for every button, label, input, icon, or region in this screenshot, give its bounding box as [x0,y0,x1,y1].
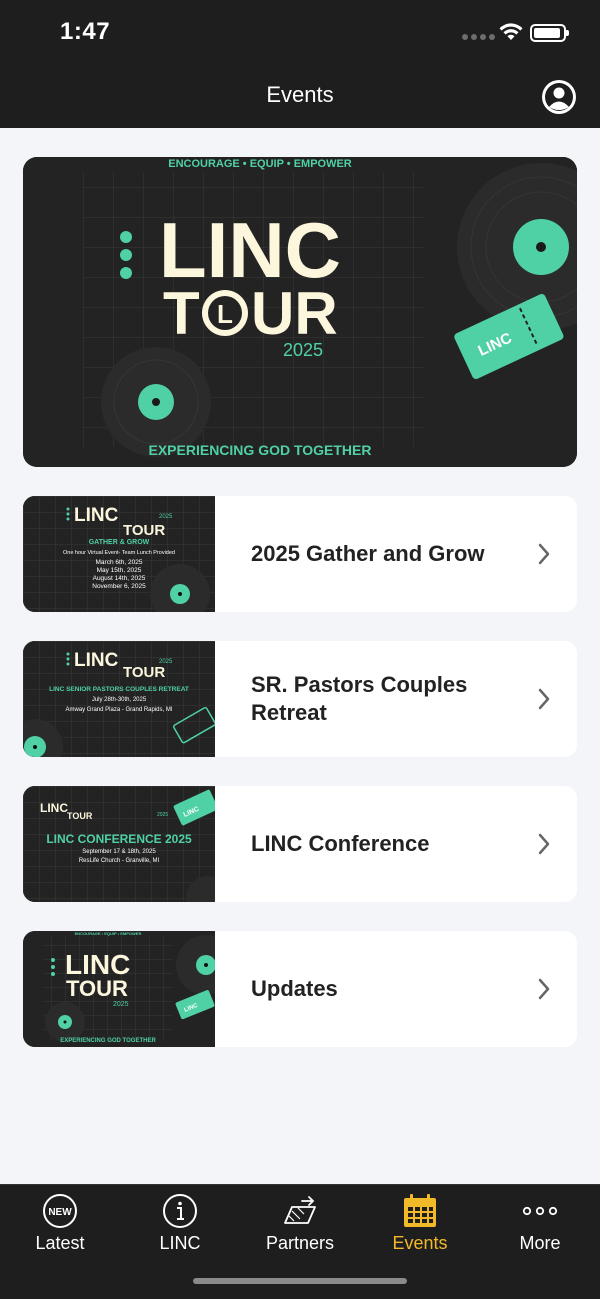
page-title: Events [266,82,334,107]
handshake-icon [284,1196,316,1224]
svg-text:NEW: NEW [48,1207,72,1218]
chevron-right-icon [538,833,550,855]
calendar-icon [404,1194,436,1227]
hero-year: 2025 [283,340,323,360]
chevron-right-icon [538,688,550,710]
svg-text:March 6th, 2025: March 6th, 2025 [96,559,143,566]
tab-label: Latest [35,1233,85,1253]
hero-banner[interactable]: LINC ENCOURAGE • EQUIP • EMPOWER LINC T … [23,157,577,467]
svg-text:July 28th-30th, 2025: July 28th-30th, 2025 [92,697,147,703]
event-title: Updates [251,976,338,1001]
status-time: 1:47 [60,18,111,45]
svg-text:November 6, 2025: November 6, 2025 [92,583,146,590]
event-title: 2025 Gather and Grow [251,541,485,566]
event-row-gather-and-grow[interactable]: LINC TOUR 2025 GATHER & GROW One hour Vi… [23,496,577,612]
event-row-linc-conference[interactable]: LINC LINC TOUR 2025 LINC CONFERENCE 2025… [23,786,577,902]
svg-text:2025: 2025 [113,1001,129,1008]
svg-text:One hour Virtual Event- Team L: One hour Virtual Event- Team Lunch Provi… [63,550,175,556]
svg-text:EXPERIENCING GOD TOGETHER: EXPERIENCING GOD TOGETHER [60,1038,156,1044]
svg-text:2025: 2025 [159,514,173,520]
svg-text:ENCOURAGE • EQUIP • EMPOWER: ENCOURAGE • EQUIP • EMPOWER [75,931,142,936]
event-title: SR. Pastors Couples Retreat [251,672,468,725]
tab-events[interactable]: Events [360,1185,480,1265]
tab-more[interactable]: More [480,1185,600,1265]
battery-icon [530,24,569,42]
more-dots-icon [522,1206,558,1216]
svg-text:TOUR: TOUR [123,664,165,681]
home-indicator [193,1278,407,1284]
svg-text:TOUR: TOUR [67,811,93,821]
svg-text:August 14th, 2025: August 14th, 2025 [93,575,146,582]
user-icon [543,81,575,113]
svg-text:Amway Grand Plaza - Grand Rapi: Amway Grand Plaza - Grand Rapids, MI [65,707,172,713]
event-row-pastors-retreat[interactable]: LINC TOUR 2025 LINC SENIOR PASTORS COUPL… [23,641,577,757]
svg-text:LINC CONFERENCE 2025: LINC CONFERENCE 2025 [46,832,192,846]
tab-label: More [519,1233,561,1253]
event-row-updates[interactable]: LINC ENCOURAGE • EQUIP • EMPOWER LINC TO… [23,931,577,1047]
cellular-signal-icon [462,34,495,40]
event-title: LINC Conference [251,831,430,856]
svg-text:GATHER & GROW: GATHER & GROW [89,539,150,546]
event-thumbnail: LINC LINC TOUR 2025 LINC CONFERENCE 2025… [23,786,215,902]
svg-text:TOUR: TOUR [123,522,165,539]
new-badge-icon: NEW [43,1194,77,1228]
hero-logo-t: T [163,280,200,347]
tab-partners[interactable]: Partners [240,1185,360,1265]
status-bar: 1:47 [0,0,600,62]
svg-text:2025: 2025 [159,659,173,665]
profile-button[interactable] [542,80,576,114]
event-thumbnail: LINC TOUR 2025 LINC SENIOR PASTORS COUPL… [23,641,215,757]
tab-label: Partners [265,1233,335,1253]
hero-artwork: LINC ENCOURAGE • EQUIP • EMPOWER LINC T … [23,157,577,467]
hero-logo-line2: UR [251,280,338,347]
chevron-right-icon [538,978,550,1000]
hero-logo-mark: L [217,299,233,329]
svg-text:2025: 2025 [157,812,168,818]
svg-text:September 17 & 18th, 2025: September 17 & 18th, 2025 [82,849,156,855]
svg-text:May 15th, 2025: May 15th, 2025 [97,567,142,574]
svg-text:TOUR: TOUR [66,976,128,1001]
chevron-right-icon [538,543,550,565]
svg-text:ResLife Church - Granville, MI: ResLife Church - Granville, MI [79,858,160,864]
svg-text:LINC: LINC [40,801,68,815]
svg-text:LINC: LINC [74,650,119,671]
hero-tagline: ENCOURAGE • EQUIP • EMPOWER [168,158,352,170]
tab-latest[interactable]: NEW Latest [0,1185,120,1265]
tab-label: LINC [159,1233,201,1253]
tab-label: Events [392,1233,448,1253]
info-icon [163,1194,197,1228]
nav-bar: Events [0,62,600,128]
hero-footer: EXPERIENCING GOD TOGETHER [149,442,372,458]
wifi-icon [499,23,523,40]
svg-text:LINC: LINC [74,505,119,526]
event-thumbnail: LINC TOUR 2025 GATHER & GROW One hour Vi… [23,496,215,612]
tab-linc[interactable]: LINC [120,1185,240,1265]
event-thumbnail: LINC ENCOURAGE • EQUIP • EMPOWER LINC TO… [23,931,215,1047]
vinyl-record-small [101,347,211,457]
svg-text:LINC SENIOR PASTORS COUPLES RE: LINC SENIOR PASTORS COUPLES RETREAT [49,686,189,693]
